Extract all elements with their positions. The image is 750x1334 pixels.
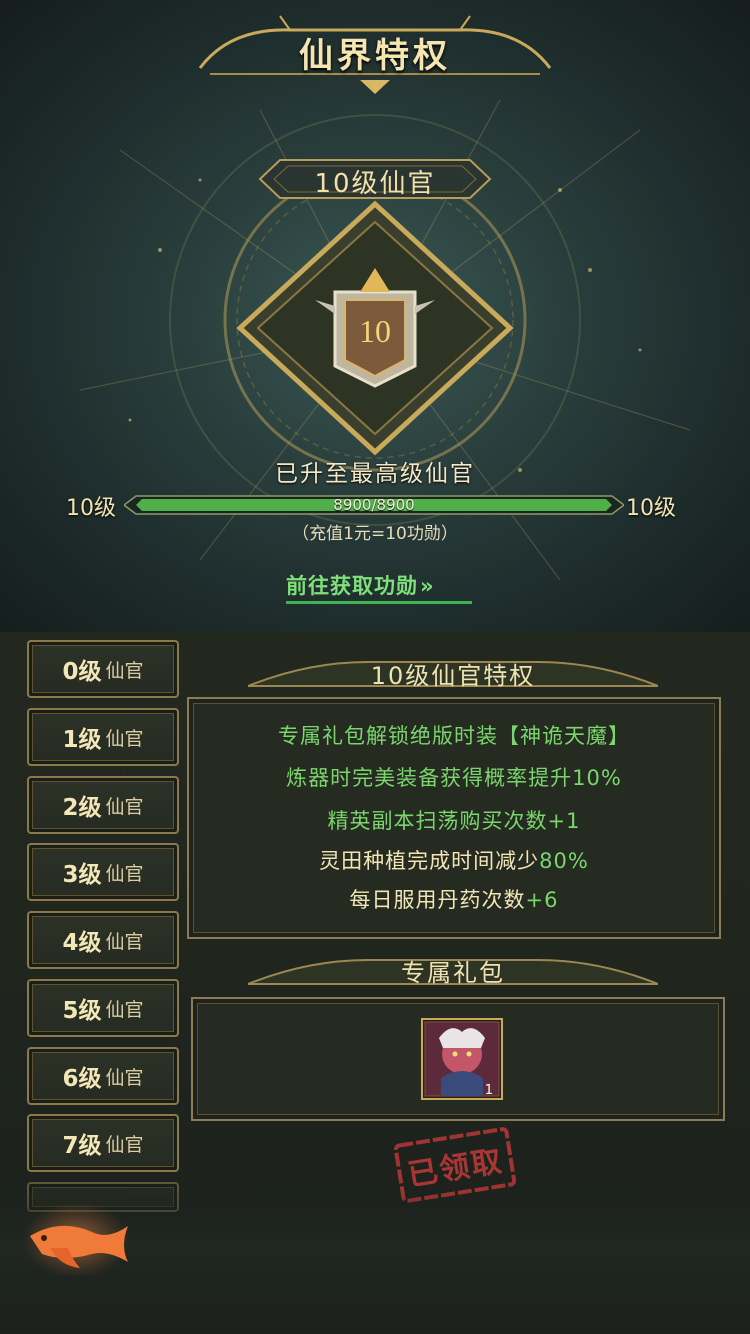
level-tab-suffix: 仙官 — [105, 659, 144, 682]
level-tab-suffix: 仙官 — [105, 998, 144, 1021]
get-merit-link[interactable]: 前往获取功勋» — [286, 570, 472, 604]
level-tab-suffix: 仙官 — [105, 727, 144, 750]
current-level-label: 10级 — [66, 496, 116, 521]
level-tab-suffix: 仙官 — [105, 862, 144, 885]
level-tab-1[interactable]: 1级 仙官 — [27, 708, 179, 766]
level-tab-number: 1级 — [62, 727, 102, 753]
level-tab-number: 5级 — [62, 998, 102, 1024]
rank-title: 10级仙官 — [314, 169, 436, 199]
top-panel: 仙界特权 10级仙官 10 已升至最高级仙官 10级 8900/8900 10级… — [0, 0, 750, 632]
emblem-number: 10 — [359, 313, 391, 349]
level-tab-6[interactable]: 6级 仙官 — [27, 1047, 179, 1105]
level-tab-suffix: 仙官 — [105, 930, 144, 953]
get-merit-label: 前往获取功勋 — [286, 574, 418, 598]
privilege-line-1: 专属礼包解锁绝版时装【神诡天魔】 — [278, 724, 630, 748]
page-title: 仙界特权 — [299, 36, 451, 76]
level-tab-0[interactable]: 0级 仙官 — [27, 640, 179, 698]
rank-emblem: 10 — [236, 200, 514, 456]
level-tab-3[interactable]: 3级 仙官 — [27, 843, 179, 901]
level-tab-suffix: 仙官 — [105, 1066, 144, 1089]
level-tab-number: 7级 — [62, 1133, 102, 1159]
privilege-line-2: 炼器时完美装备获得概率提升10% — [286, 766, 622, 790]
level-tab-2[interactable]: 2级 仙官 — [27, 776, 179, 834]
koi-fish-icon[interactable] — [20, 1196, 136, 1282]
level-tab-5[interactable]: 5级 仙官 — [27, 979, 179, 1037]
level-tab-number: 3级 — [62, 862, 102, 888]
level-tab-number: 2级 — [62, 795, 102, 821]
privilege-line-5-text: 每日服用丹药次数 — [349, 888, 526, 912]
level-tab-7[interactable]: 7级 仙官 — [27, 1114, 179, 1172]
privilege-header: 10级仙官特权 — [370, 662, 536, 690]
level-tab-4[interactable]: 4级 仙官 — [27, 911, 179, 969]
gift-item-count: 1 — [485, 1083, 493, 1098]
privilege-line-5-value: +6 — [525, 888, 559, 912]
next-level-label: 10级 — [626, 496, 676, 521]
level-tab-number: 4级 — [62, 930, 102, 956]
gift-item-costume[interactable]: 1 — [421, 1018, 503, 1100]
level-tab-suffix: 仙官 — [105, 1133, 144, 1156]
gift-header: 专属礼包 — [401, 959, 505, 987]
privilege-line-4-value: 80% — [539, 849, 589, 873]
recharge-rate-note: （充值1元=10功勋） — [292, 524, 458, 544]
privilege-line-4: 灵田种植完成时间减少80% — [187, 845, 721, 875]
privilege-line-3: 精英副本扫荡购买次数+1 — [327, 809, 581, 833]
level-tab-number: 0级 — [62, 659, 102, 685]
privilege-line-4-text: 灵田种植完成时间减少 — [319, 849, 540, 873]
progress-value: 8900/8900 — [333, 496, 415, 514]
level-tab-number: 6级 — [62, 1066, 102, 1092]
max-rank-status: 已升至最高级仙官 — [275, 461, 475, 487]
level-tab-suffix: 仙官 — [105, 795, 144, 818]
privilege-line-5: 每日服用丹药次数+6 — [187, 884, 721, 914]
double-chevron-icon: » — [420, 574, 435, 598]
